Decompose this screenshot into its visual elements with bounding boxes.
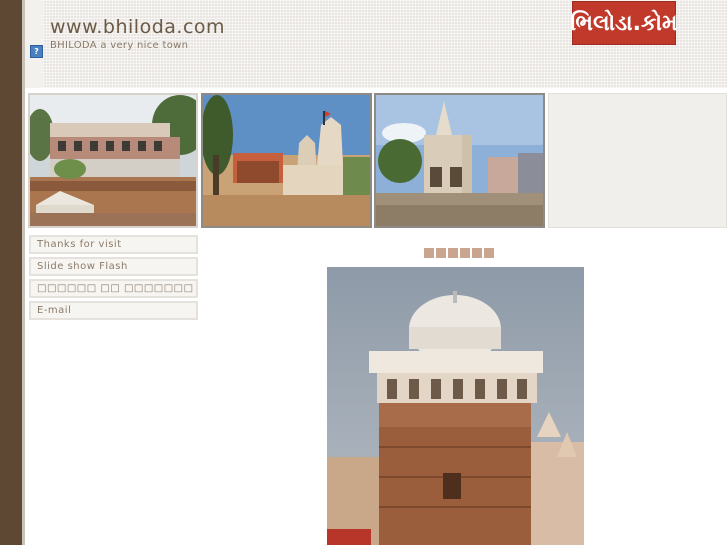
menu-item-email[interactable]: E-mail [29, 301, 198, 320]
side-menu: Thanks for visit Slide show Flash □□□□□□… [29, 235, 198, 323]
caption-glyph-box [436, 248, 446, 258]
caption-glyph-box [448, 248, 458, 258]
site-tagline: BHILODA a very nice town [50, 40, 189, 51]
main-photo-tower [327, 267, 584, 545]
photo-temple-front[interactable] [201, 93, 372, 228]
caption-glyph-box [484, 248, 494, 258]
photo-caption [424, 248, 494, 258]
left-border-bar [0, 0, 22, 545]
menu-item-slideshow[interactable]: Slide show Flash [29, 257, 198, 276]
menu-item-gujarati[interactable]: □□□□□□ □□ □□□□□□□ [29, 279, 198, 298]
photo-temple-shikhara[interactable] [374, 93, 545, 228]
caption-glyph-box [424, 248, 434, 258]
caption-glyph-box [460, 248, 470, 258]
site-title: www.bhiloda.com [50, 16, 226, 38]
header-side-strip [25, 0, 43, 88]
caption-glyph-box [472, 248, 482, 258]
photo-school-building[interactable] [28, 93, 198, 228]
photo-placeholder-panel [548, 93, 727, 228]
menu-item-thanks[interactable]: Thanks for visit [29, 235, 198, 254]
broken-image-icon: ? [30, 45, 43, 58]
site-logo[interactable]: ભિલોડા.કોમ [570, 1, 678, 45]
